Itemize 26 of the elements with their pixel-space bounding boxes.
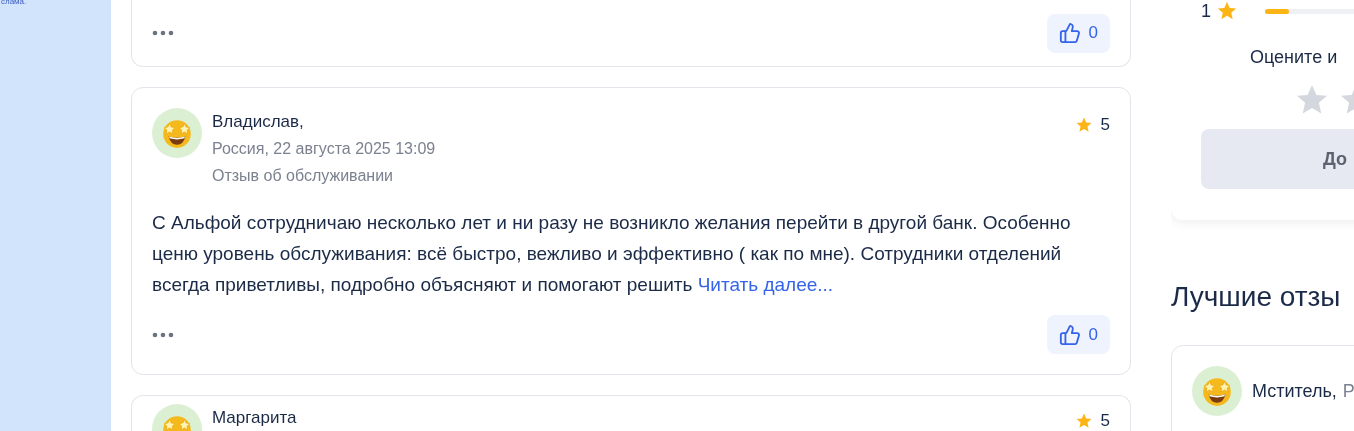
section-title: Лучшие отзы [1171,280,1342,314]
star-icon [1216,0,1238,22]
review-meta: Россия, 22 августа 2025 13:09 [212,139,437,159]
author-location: Р [1342,379,1354,403]
more-icon [152,30,174,36]
review-text: С Альфой сотрудничаю несколько лет и ни разу не возникло желания перейти в другой банк. Особенно ценю уровень обслуживания: всё быстро, вежливо и эффективно ( как по мне). Сотрудники отделений всегда приветливы, подробно объясняют и помогают решить Читать далее... [152,211,1072,297]
more-button[interactable] [152,30,174,36]
rating-label: 1 [1201,0,1212,23]
submit-button[interactable]: До [1201,129,1354,189]
more-icon [152,331,174,338]
like-button[interactable]: 0 [1046,315,1110,354]
thumbs-up-icon [1058,22,1081,44]
thumbs-up-icon [1058,323,1081,346]
rating-value: 5 [1100,410,1110,431]
sidebar-text: слама. [0,0,28,7]
more-button[interactable] [152,331,174,338]
author-name: Мститель, [1252,379,1337,403]
read-more-link[interactable]: Читать далее... [697,274,834,295]
rating-value: 5 [1100,114,1110,137]
review-category: Отзыв об обслуживании [212,166,395,186]
rating-prompt: Оцените и [1250,46,1339,69]
author-name: Владислав, [212,111,305,133]
like-button[interactable]: 0 [1046,13,1110,53]
author-name: Маргарита [212,407,298,429]
star-icon [1074,412,1093,430]
star-icon [1074,116,1093,134]
